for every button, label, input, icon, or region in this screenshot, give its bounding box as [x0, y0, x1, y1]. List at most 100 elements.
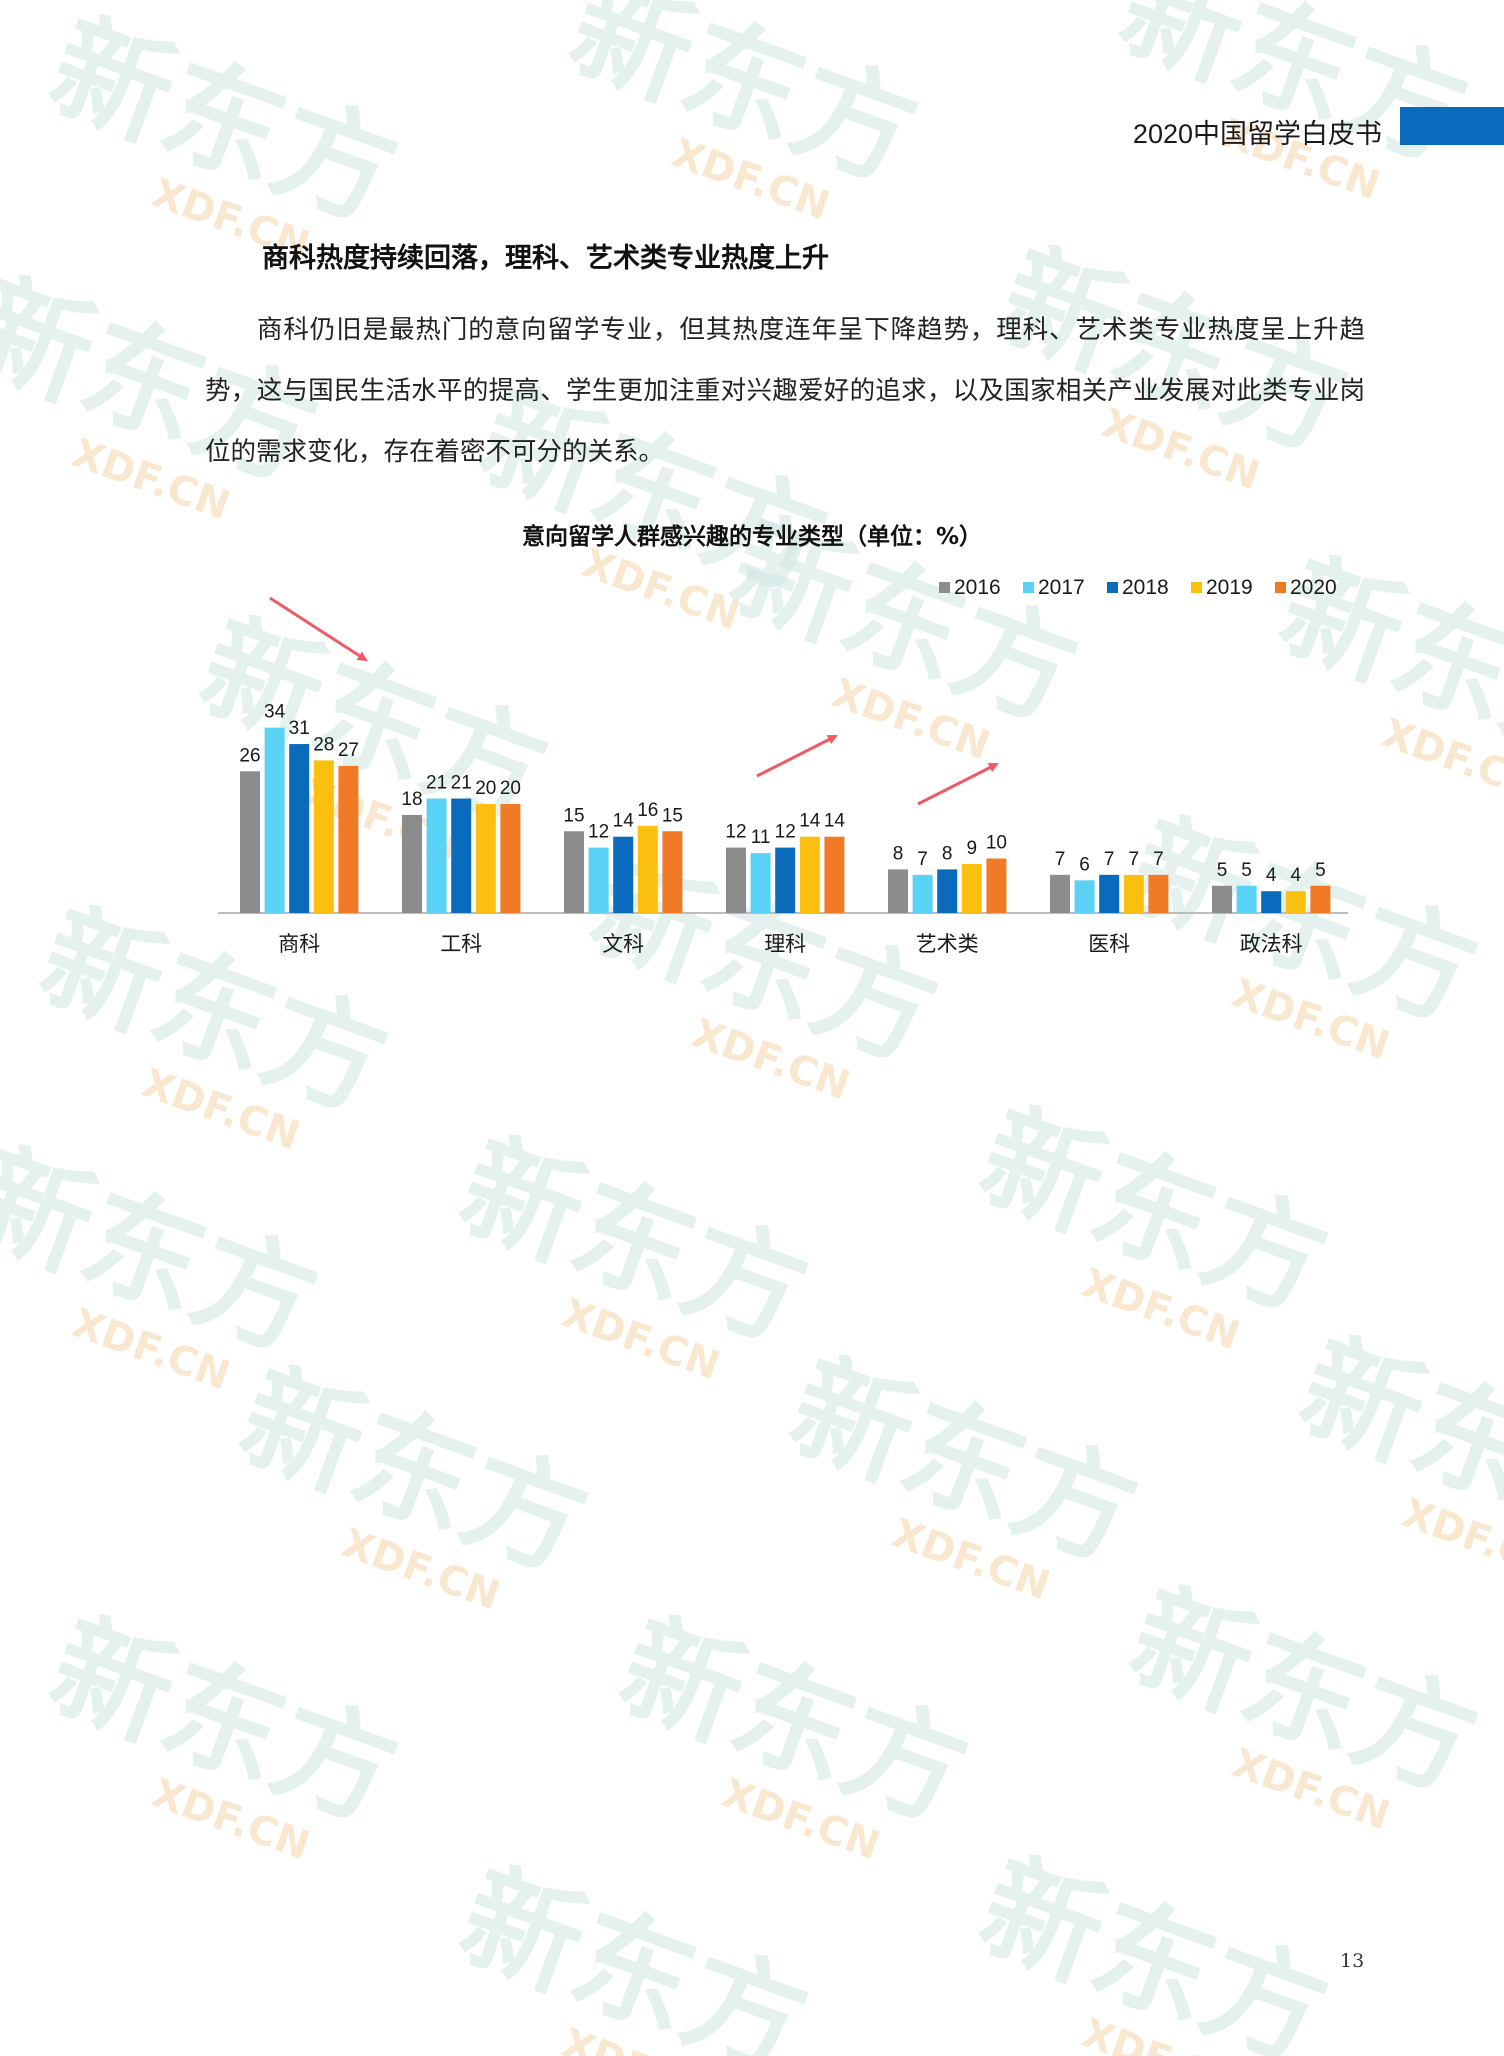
bar-医科-2018 [1099, 874, 1120, 913]
trend-arrow-理科 [756, 734, 838, 778]
category-label-医科: 医科 [1088, 932, 1130, 956]
bar-文科-2019 [637, 825, 658, 913]
data-label-医科-2017: 6 [1079, 854, 1090, 875]
data-label-文科-2016: 15 [563, 805, 584, 826]
watermark-logo: 新东方XDF.CN [444, 1116, 824, 1389]
legend-label-2016: 2016 [954, 576, 1001, 599]
bar-艺术类-2018 [937, 869, 958, 913]
bar-医科-2017 [1074, 880, 1095, 913]
watermark-logo: 新东方XDF.CN [1114, 1566, 1494, 1839]
data-label-理科-2017: 11 [751, 827, 771, 848]
bar-文科-2017 [588, 847, 609, 913]
bar-理科-2016 [726, 847, 746, 913]
data-label-商科-2017: 34 [264, 702, 286, 723]
watermark-logo: 新东方XDF.CN [964, 1086, 1344, 1359]
bar-工科-2020 [500, 804, 521, 913]
data-label-艺术类-2016: 8 [893, 843, 904, 864]
data-label-政法科-2019: 4 [1291, 865, 1302, 886]
page-number: 13 [1340, 1950, 1365, 1972]
data-label-文科-2017: 12 [588, 822, 609, 843]
legend-label-2017: 2017 [1038, 576, 1085, 599]
legend-swatch-2018 [1107, 582, 1118, 593]
category-label-文科: 文科 [602, 932, 644, 956]
legend-swatch-2019 [1191, 582, 1202, 593]
bar-理科-2020 [824, 836, 845, 913]
data-label-艺术类-2017: 7 [917, 849, 928, 870]
category-label-政法科: 政法科 [1240, 932, 1303, 956]
data-label-商科-2020: 27 [338, 740, 359, 761]
category-label-艺术类: 艺术类 [916, 932, 979, 956]
watermark-logo: 新东方XDF.CN [774, 1336, 1154, 1609]
data-label-商科-2019: 28 [313, 734, 334, 755]
bar-艺术类-2020 [986, 858, 1007, 913]
bar-工科-2016 [402, 814, 422, 913]
data-label-工科-2020: 20 [500, 778, 521, 799]
watermark-logo: 新东方XDF.CN [1284, 1316, 1504, 1589]
data-label-艺术类-2019: 9 [967, 838, 978, 859]
data-label-理科-2016: 12 [725, 822, 746, 843]
bar-商科-2017 [264, 727, 285, 913]
data-label-文科-2018: 14 [613, 811, 635, 832]
category-label-商科: 商科 [278, 932, 320, 956]
data-label-理科-2019: 14 [799, 811, 821, 832]
data-label-理科-2018: 12 [775, 822, 796, 843]
bar-政法科-2020 [1310, 885, 1331, 913]
watermark-logo: 新东方XDF.CN [964, 1836, 1344, 2056]
data-label-商科-2018: 31 [289, 718, 310, 739]
watermark-text: 新东方 [964, 1836, 1344, 2056]
bar-艺术类-2019 [961, 863, 982, 913]
bar-文科-2016 [564, 831, 584, 913]
bar-政法科-2019 [1285, 891, 1306, 913]
trend-arrow-艺术类 [917, 762, 999, 806]
bar-政法科-2018 [1261, 891, 1282, 913]
bar-医科-2020 [1148, 874, 1169, 913]
legend-swatch-2017 [1023, 582, 1034, 593]
data-label-工科-2016: 18 [401, 789, 422, 810]
data-label-工科-2017: 21 [426, 773, 447, 794]
legend-label-2019: 2019 [1206, 576, 1253, 599]
data-label-政法科-2020: 5 [1315, 860, 1326, 881]
data-label-文科-2020: 15 [662, 805, 683, 826]
data-label-政法科-2016: 5 [1217, 860, 1228, 881]
bar-理科-2018 [775, 847, 796, 913]
category-label-工科: 工科 [440, 932, 482, 956]
bar-艺术类-2016 [888, 869, 908, 913]
watermark-logo: 新东方XDF.CN [604, 1596, 984, 1869]
bar-理科-2019 [799, 836, 820, 913]
data-label-政法科-2018: 4 [1266, 865, 1277, 886]
watermark-logo: 新东方XDF.CN [34, 1596, 414, 1869]
data-label-医科-2016: 7 [1055, 849, 1066, 870]
bar-政法科-2017 [1236, 885, 1257, 913]
data-label-文科-2019: 16 [637, 800, 658, 821]
bar-政法科-2016 [1212, 885, 1232, 913]
data-label-工科-2019: 20 [475, 778, 496, 799]
bar-医科-2019 [1123, 874, 1144, 913]
category-label-理科: 理科 [764, 932, 806, 956]
data-label-政法科-2017: 5 [1241, 860, 1252, 881]
watermark-text: 新东方 [444, 1846, 824, 2056]
data-label-医科-2019: 7 [1129, 849, 1140, 870]
bar-医科-2016 [1050, 874, 1070, 913]
bar-文科-2018 [613, 836, 634, 913]
data-label-商科-2016: 26 [239, 745, 260, 766]
data-label-艺术类-2020: 10 [986, 833, 1007, 854]
watermark-logo: 新东方XDF.CN [444, 1846, 824, 2056]
trend-arrow-商科 [269, 596, 368, 662]
legend-swatch-2020 [1275, 582, 1286, 593]
bar-chart: 2016 2017 2018 2019 202026343128 27商科1821 21 20… [218, 576, 1348, 956]
legend-label-2018: 2018 [1122, 576, 1169, 599]
data-label-理科-2020: 14 [824, 811, 846, 832]
legend-label-2020: 2020 [1290, 576, 1337, 599]
bar-工科-2018 [451, 798, 472, 913]
bar-文科-2020 [662, 831, 683, 913]
bar-工科-2019 [475, 804, 496, 913]
data-label-医科-2020: 7 [1153, 849, 1164, 870]
bar-工科-2017 [426, 798, 447, 913]
data-label-工科-2018: 21 [451, 773, 472, 794]
watermark-logo: 新东方XDF.CN [224, 1346, 604, 1619]
legend-swatch-2016 [939, 582, 950, 593]
bar-商科-2018 [289, 744, 310, 913]
data-label-医科-2018: 7 [1104, 849, 1115, 870]
bar-商科-2019 [313, 760, 334, 913]
bar-艺术类-2017 [912, 874, 933, 913]
